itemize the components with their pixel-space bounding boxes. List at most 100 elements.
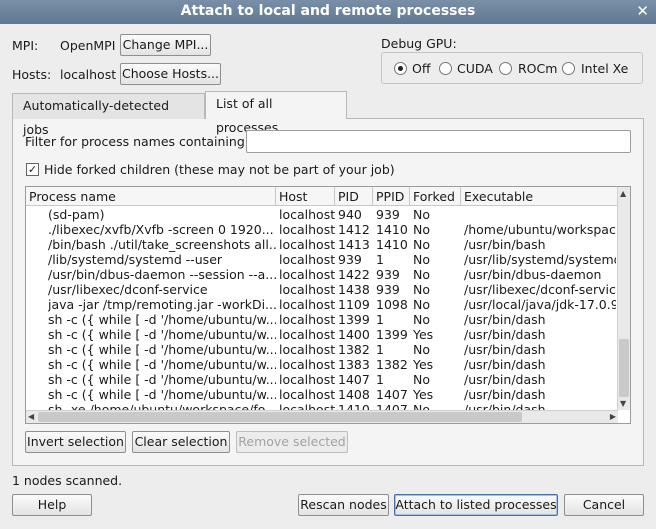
table-row[interactable]: sh -c ({ while [ -d '/home/ubuntu/w... lo… <box>26 357 618 372</box>
attach-to-listed-processes-button[interactable]: Attach to listed processes <box>394 494 558 516</box>
table-row[interactable]: ./libexec/xvfb/Xvfb -screen 0 1920... loc… <box>26 222 618 237</box>
table-cell-executable: /usr/bin/dbus-daemon <box>464 267 602 282</box>
arrow-down-icon[interactable]: ▼ <box>620 399 626 409</box>
table-cell-process-name: sh -c ({ while [ -d '/home/ubuntu/w... <box>48 372 276 387</box>
process-table[interactable]: Process name Host PID PPID Forked Execut… <box>25 186 631 424</box>
table-cell-process-name: sh -c ({ while [ -d '/home/ubuntu/w... <box>48 357 276 372</box>
gpu-rocm-label: ROCm <box>518 61 558 76</box>
tab-list-of-all-processes[interactable]: List of all processes <box>205 91 347 135</box>
table-row[interactable]: /lib/systemd/systemd --user localhost 939 1… <box>26 252 618 267</box>
help-button[interactable]: Help <box>12 494 92 516</box>
arrow-left-icon[interactable]: ◀ <box>28 412 34 422</box>
table-cell-pid: 1412 <box>338 222 370 237</box>
table-row[interactable]: /usr/bin/dbus-daemon --session --a... loc… <box>26 267 618 282</box>
table-cell-pid: 939 <box>338 252 362 267</box>
debug-gpu-label: Debug GPU: <box>381 36 457 51</box>
table-row[interactable]: /usr/libexec/dconf-service localhost 1438 9… <box>26 282 618 297</box>
horizontal-scroll-thumb[interactable] <box>38 412 522 422</box>
table-cell-ppid: 1382 <box>376 357 408 372</box>
table-cell-forked: No <box>413 282 430 297</box>
table-cell-process-name: sh -c ({ while [ -d '/home/ubuntu/w... <box>48 342 276 357</box>
gpu-intel-xe-radio[interactable] <box>562 62 575 75</box>
column-header-forked[interactable]: Forked <box>410 187 461 206</box>
table-cell-executable: /usr/bin/dash <box>464 327 546 342</box>
table-cell-pid: 1413 <box>338 237 370 252</box>
gpu-cuda-radio[interactable] <box>439 62 452 75</box>
table-row[interactable]: (sd-pam) localhost 940 939 No <box>26 207 618 222</box>
gpu-cuda-label: CUDA <box>457 61 493 76</box>
filter-input[interactable] <box>246 130 631 153</box>
change-mpi-button[interactable]: Change MPI... <box>120 34 211 56</box>
table-cell-host: localhost <box>279 237 335 252</box>
choose-hosts-button[interactable]: Choose Hosts... <box>120 63 221 85</box>
column-header-executable[interactable]: Executable <box>461 187 618 206</box>
table-cell-process-name: sh -c ({ while [ -d '/home/ubuntu/w... <box>48 327 276 342</box>
table-cell-forked: No <box>413 372 430 387</box>
window-title: Attach to local and remote processes <box>180 3 476 19</box>
table-cell-pid: 1422 <box>338 267 370 282</box>
table-cell-forked: No <box>413 342 430 357</box>
table-cell-forked: No <box>413 267 430 282</box>
table-cell-host: localhost <box>279 357 335 372</box>
table-cell-forked: No <box>413 252 430 267</box>
table-cell-executable: /usr/bin/dash <box>464 312 546 327</box>
table-cell-process-name: (sd-pam) <box>48 207 105 222</box>
table-cell-host: localhost <box>279 387 335 402</box>
close-icon[interactable]: ✕ <box>636 2 649 20</box>
table-cell-process-name: ./libexec/xvfb/Xvfb -screen 0 1920... <box>48 222 274 237</box>
tab-automatically-detected-jobs[interactable]: Automatically-detected jobs <box>12 93 205 137</box>
table-cell-pid: 1400 <box>338 327 370 342</box>
table-row[interactable]: java -jar /tmp/remoting.jar -workDi... lo… <box>26 297 618 312</box>
status-text: 1 nodes scanned. <box>12 473 123 488</box>
table-row[interactable]: sh -c ({ while [ -d '/home/ubuntu/w... lo… <box>26 312 618 327</box>
vertical-scrollbar[interactable]: ▲ ▼ <box>617 187 630 410</box>
table-cell-executable: /usr/local/java/jdk-17.0.9/ <box>464 297 616 312</box>
table-cell-host: localhost <box>279 207 335 222</box>
table-row[interactable]: sh -c ({ while [ -d '/home/ubuntu/w... lo… <box>26 327 618 342</box>
table-cell-process-name: sh -c ({ while [ -d '/home/ubuntu/w... <box>48 312 276 327</box>
vertical-scroll-thumb[interactable] <box>619 339 629 397</box>
column-header-host[interactable]: Host <box>276 187 335 206</box>
table-cell-executable: /usr/bin/dash <box>464 342 546 357</box>
table-cell-ppid: 1 <box>376 312 384 327</box>
table-cell-pid: 1407 <box>338 372 370 387</box>
arrow-right-icon[interactable]: ▶ <box>610 412 616 422</box>
arrow-up-icon[interactable]: ▲ <box>620 189 626 199</box>
column-header-pid[interactable]: PID <box>335 187 373 206</box>
table-row[interactable]: sh -c ({ while [ -d '/home/ubuntu/w... lo… <box>26 342 618 357</box>
table-cell-host: localhost <box>279 372 335 387</box>
rescan-nodes-button[interactable]: Rescan nodes <box>298 494 389 516</box>
table-cell-pid: 1109 <box>338 297 370 312</box>
hide-forked-checkbox[interactable]: ✓ <box>26 163 39 176</box>
table-cell-pid: 1438 <box>338 282 370 297</box>
table-cell-process-name: sh -c ({ while [ -d '/home/ubuntu/w... <box>48 387 276 402</box>
remove-selected-button[interactable]: Remove selected <box>236 431 348 453</box>
mpi-label: MPI: <box>12 38 39 53</box>
horizontal-scrollbar[interactable]: ◀ ▶ <box>26 410 618 423</box>
table-cell-forked: Yes <box>413 327 434 342</box>
table-cell-pid: 1383 <box>338 357 370 372</box>
table-row[interactable]: sh -c ({ while [ -d '/home/ubuntu/w... lo… <box>26 387 618 402</box>
table-cell-process-name: java -jar /tmp/remoting.jar -workDi... <box>48 297 276 312</box>
table-row[interactable]: /bin/bash ./util/take_screenshots all...… <box>26 237 618 252</box>
hosts-value: localhost <box>60 67 117 82</box>
table-cell-process-name: /usr/bin/dbus-daemon --session --a... <box>48 267 276 282</box>
cancel-button[interactable]: Cancel <box>564 494 644 516</box>
table-cell-executable: /usr/bin/bash <box>464 237 546 252</box>
table-row[interactable]: sh -c ({ while [ -d '/home/ubuntu/w... lo… <box>26 372 618 387</box>
invert-selection-button[interactable]: Invert selection <box>25 431 126 453</box>
gpu-rocm-radio[interactable] <box>499 62 512 75</box>
table-cell-process-name: /bin/bash ./util/take_screenshots all... <box>48 237 276 252</box>
table-cell-ppid: 1399 <box>376 327 408 342</box>
mpi-value: OpenMPI <box>60 38 116 53</box>
clear-selection-button[interactable]: Clear selection <box>132 431 230 453</box>
table-cell-executable: /usr/bin/dash <box>464 372 546 387</box>
column-header-process-name[interactable]: Process name <box>26 187 276 206</box>
table-cell-ppid: 1410 <box>376 222 408 237</box>
column-header-ppid[interactable]: PPID <box>373 187 410 206</box>
table-cell-executable: /usr/lib/systemd/systemd <box>464 252 616 267</box>
gpu-off-radio[interactable] <box>394 62 407 75</box>
filter-label: Filter for process names containing: <box>25 134 249 149</box>
table-cell-forked: No <box>413 222 430 237</box>
table-cell-forked: No <box>413 297 430 312</box>
